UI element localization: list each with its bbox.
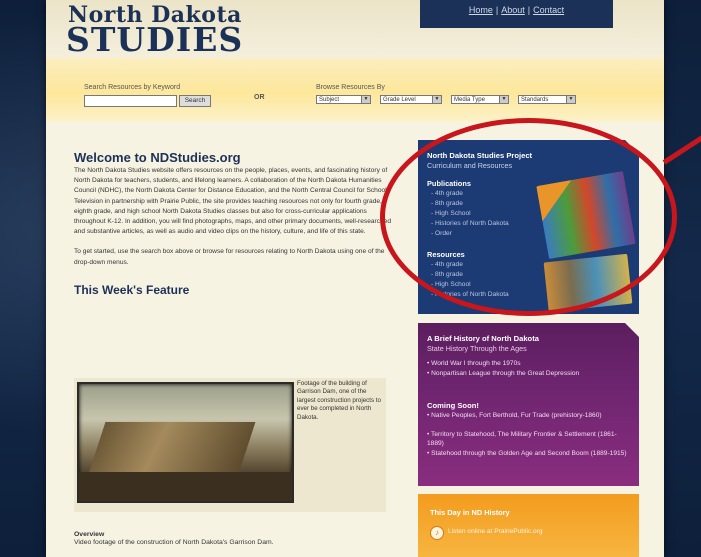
feature-box: Footage of the building of Garrison Dam,… [74,378,386,512]
ground-image [79,472,292,501]
history-link[interactable]: • World War I through the 1970s [427,360,632,369]
listen-online-link[interactable]: Listen online at PrairiePublic.org [448,528,543,535]
grade-level-select-value: Grade Level [383,97,416,103]
coming-soon-item-label: Statehood through the Golden Age and Sec… [431,450,627,457]
browse-label: Browse Resources By [316,84,385,91]
chevron-down-icon: ▼ [499,96,508,103]
coming-soon-item-label: Territory to Statehood, The Military Fro… [427,431,617,447]
highlight-ellipse-annotation [380,118,677,316]
media-type-select[interactable]: Media Type ▼ [451,95,509,104]
history-link[interactable]: • Nonpartisan League through the Great D… [427,370,632,379]
search-band: Search Resources by Keyword Search OR Br… [46,58,664,122]
site-header: North Dakota STUDIES Home | About | Contact [46,0,664,58]
coming-soon-item: • Statehood through the Golden Age and S… [427,450,627,457]
nav-separator: | [495,5,499,15]
main-content: Welcome to NDStudies.org The North Dakot… [74,150,396,546]
coming-soon-item: • Territory to Statehood, The Military F… [427,431,617,447]
history-panel-subtitle: State History Through the Ages [427,344,527,353]
nav-home-link[interactable]: Home [469,5,493,15]
history-link-label: World War I through the 1970s [431,360,521,367]
overview-text: Video footage of the construction of Nor… [74,539,274,546]
page-fold-icon [625,323,639,337]
dam-structure-image [88,422,256,474]
media-type-select-value: Media Type [454,97,485,103]
history-panel-title[interactable]: A Brief History of North Dakota [427,334,539,343]
overview-heading: Overview [74,531,105,538]
coming-soon-item: • Native Peoples, Fort Berthold, Fur Tra… [427,412,602,419]
getting-started-paragraph: To get started, use the search box above… [74,248,385,266]
nav-about-link[interactable]: About [501,5,525,15]
nav-separator: | [527,5,531,15]
speaker-icon[interactable]: ♪ [430,526,444,540]
history-link-label: Nonpartisan League through the Great Dep… [431,370,580,377]
keyword-search-input[interactable] [84,95,177,107]
chevron-down-icon: ▼ [432,96,441,103]
standards-select[interactable]: Standards ▼ [518,95,576,104]
chevron-down-icon: ▼ [361,96,370,103]
welcome-heading: Welcome to NDStudies.org [74,150,241,165]
history-panel: A Brief History of North Dakota State Hi… [418,323,639,486]
welcome-paragraph: The North Dakota Studies website offers … [74,167,392,236]
nav-contact-link[interactable]: Contact [533,5,564,15]
feature-caption: Footage of the building of Garrison Dam,… [297,380,381,421]
chevron-down-icon: ▼ [566,96,575,103]
subject-select-value: Subject [319,97,340,103]
standards-select-value: Standards [521,97,549,103]
this-day-panel: This Day in ND History ♪ Listen online a… [418,494,639,557]
coming-soon-heading: Coming Soon! [427,401,479,410]
logo-line-2[interactable]: STUDIES [66,22,243,58]
feature-heading: This Week's Feature [74,282,190,297]
search-button[interactable]: Search [179,95,211,107]
top-nav: Home | About | Contact [420,0,613,28]
feature-video-thumbnail[interactable] [77,382,294,503]
keyword-label: Search Resources by Keyword [84,84,181,91]
coming-soon-item-label: Native Peoples, Fort Berthold, Fur Trade… [431,412,602,419]
subject-select[interactable]: Subject ▼ [316,95,371,104]
this-day-title[interactable]: This Day in ND History [430,508,510,517]
or-label: OR [254,94,265,101]
grade-level-select[interactable]: Grade Level ▼ [380,95,442,104]
